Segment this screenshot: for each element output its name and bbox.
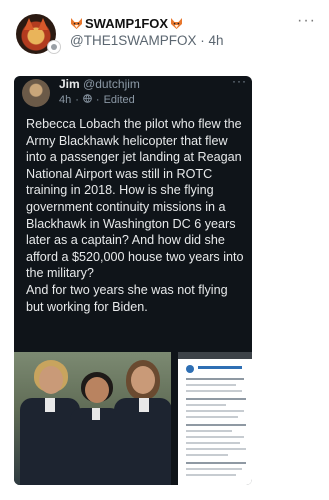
embedded-separator: · xyxy=(75,94,79,106)
embedded-image[interactable]: Jim @dutchjim 4h · · Edited ··· Rebecca … xyxy=(14,76,252,485)
embedded-separator: · xyxy=(95,94,100,106)
ellipsis-icon: ··· xyxy=(232,76,247,88)
handle-row: @THE1SWAMPFOX · 4h xyxy=(70,33,224,48)
edited-label: Edited xyxy=(103,94,135,106)
embedded-tweet-text: Rebecca Lobach the pilot who flew the Ar… xyxy=(26,116,248,315)
embedded-author: Jim @dutchjim xyxy=(59,77,140,91)
avatar-image xyxy=(24,18,48,30)
globe-icon xyxy=(83,94,92,106)
ellipsis-icon[interactable]: ··· xyxy=(297,12,316,30)
display-name-text: SWAMP1FOX xyxy=(85,15,169,31)
embedded-author-handle: @dutchjim xyxy=(83,77,140,91)
fox-emoji-icon xyxy=(170,17,183,30)
user-handle[interactable]: @THE1SWAMPFOX xyxy=(70,33,196,48)
embedded-author-name: Jim xyxy=(59,77,80,91)
verified-badge-icon xyxy=(47,40,61,54)
embedded-avatar xyxy=(22,79,50,107)
post-card: SWAMP1FOX @THE1SWAMPFOX · 4h ··· Jim @du… xyxy=(0,0,329,500)
embedded-meta: 4h · · Edited xyxy=(59,94,135,106)
embedded-time: 4h xyxy=(59,94,72,106)
separator-dot: · xyxy=(200,33,205,48)
display-name[interactable]: SWAMP1FOX xyxy=(70,15,183,31)
fox-emoji-icon xyxy=(70,17,83,30)
uniform-photo xyxy=(14,352,171,485)
embedded-paragraph: And for two years she was not flying but… xyxy=(26,282,228,314)
embedded-paragraph: Rebecca Lobach the pilot who flew the Ar… xyxy=(26,117,244,281)
document-thumbnail xyxy=(175,352,252,485)
post-time[interactable]: 4h xyxy=(209,33,224,48)
